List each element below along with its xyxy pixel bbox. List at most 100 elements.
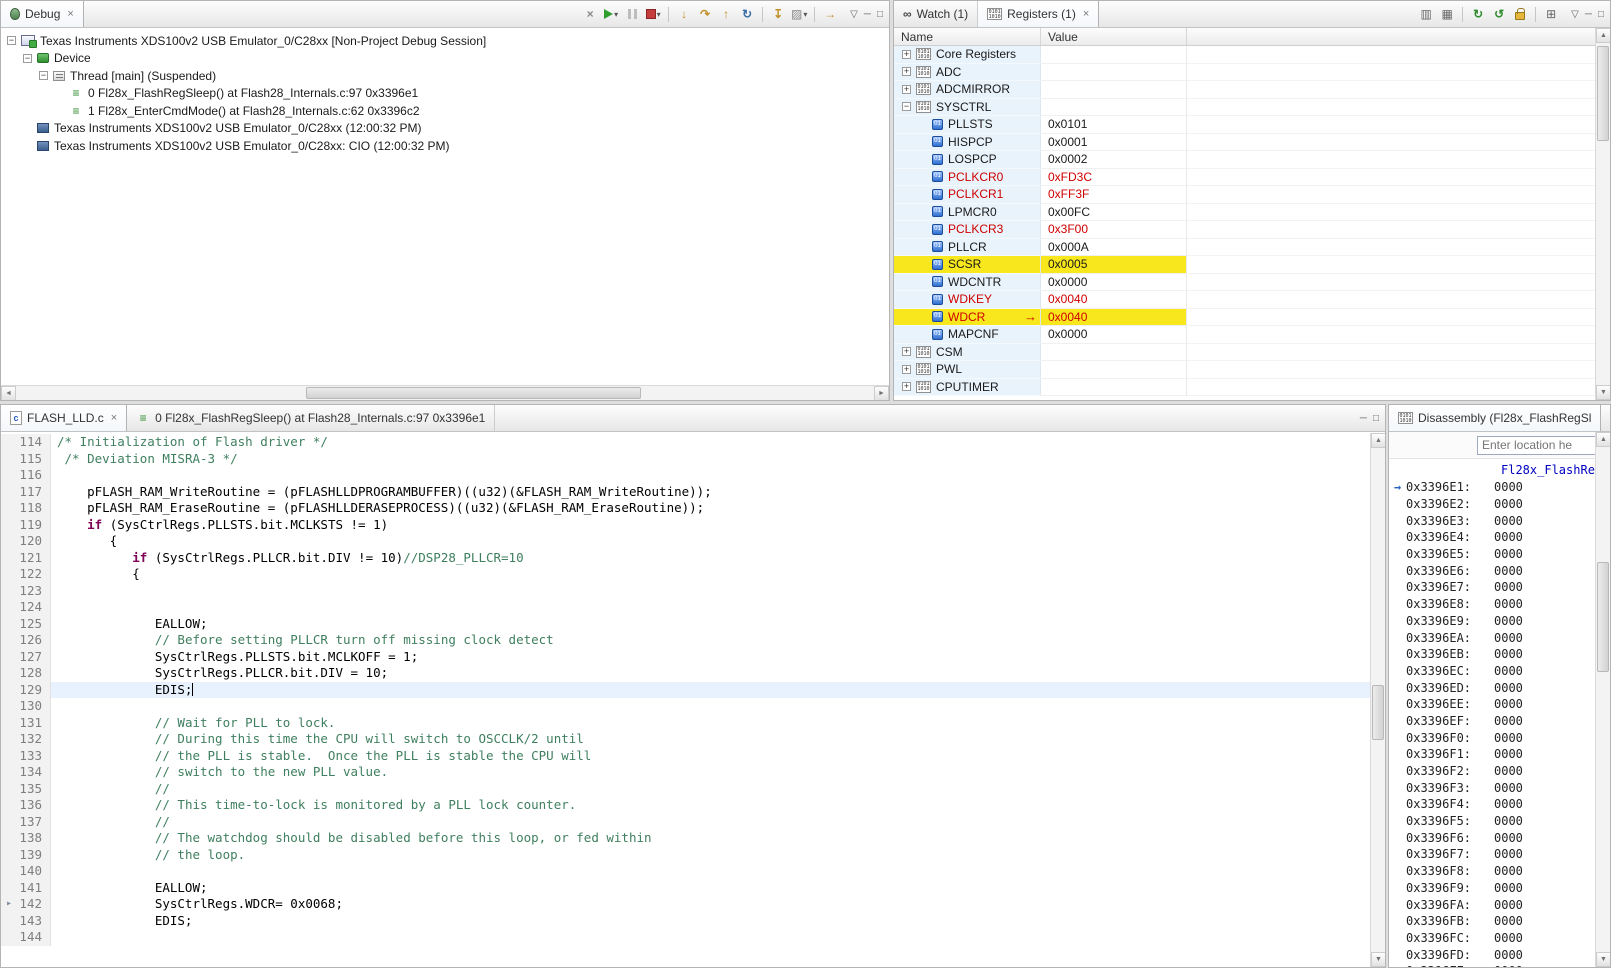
vertical-sash-bottom[interactable] [1386,404,1388,968]
collapse-icon[interactable]: − [902,102,911,112]
dropdown-icon[interactable]: ▾ [803,10,807,19]
code-line-text[interactable]: { [51,533,1385,550]
expand-icon[interactable]: + [902,382,911,392]
debug-tree-node[interactable]: − Texas Instruments XDS100v2 USB Emulator… [1,32,889,50]
code-editor[interactable]: 114/* Initialization of Flash driver */1… [1,432,1385,967]
annotation-ruler[interactable] [1,533,17,550]
drop-to-frame-icon[interactable]: ↧ [768,4,788,24]
terminate-button[interactable]: ▾ [643,4,663,24]
annotation-ruler[interactable] [1,912,17,929]
register-name-cell[interactable]: WDCR → [894,308,1041,326]
code-line[interactable]: 117 pFLASH_RAM_WriteRoutine = (pFLASHLLD… [1,483,1385,501]
annotation-ruler[interactable] [1,879,17,896]
code-line[interactable]: 127 SysCtrlRegs.PLLSTS.bit.MCLKOFF = 1; [1,648,1385,665]
code-line-text[interactable]: // The watchdog should be disabled befor… [51,830,1385,847]
annotation-ruler[interactable] [1,582,17,599]
editor-vertical-scrollbar[interactable]: ▲ ▼ [1370,433,1385,967]
annotation-ruler[interactable] [1,500,17,517]
code-line-text[interactable]: SysCtrlRegs.PLLCR.bit.DIV = 10; [51,665,1385,682]
register-value-cell[interactable]: 0x0002 [1041,151,1187,169]
scroll-up-icon[interactable]: ▲ [1596,432,1610,447]
register-name-cell[interactable]: − SYSCTRL [894,98,1041,116]
code-line[interactable]: 119 if (SysCtrlRegs.PLLSTS.bit.MCLKSTS !… [1,516,1385,533]
code-line[interactable]: 126 // Before setting PLLCR turn off mis… [1,632,1385,649]
annotation-ruler[interactable] [1,780,17,797]
annotation-ruler[interactable] [1,450,17,467]
annotation-ruler[interactable] [1,764,17,781]
view-menu-icon[interactable]: ▽ [1571,9,1579,20]
reset-button[interactable]: ↻ [737,4,757,24]
expand-icon[interactable]: + [902,67,911,77]
register-name-cell[interactable]: WDCNTR [894,273,1041,291]
code-line[interactable]: 133 // the PLL is stable. Once the PLL i… [1,747,1385,765]
register-name-cell[interactable]: PCLKCR3 [894,221,1041,239]
debug-tree-node[interactable]: − Thread [main] (Suspended) [1,67,889,85]
code-line-text[interactable]: // the PLL is stable. Once the PLL is st… [51,748,1385,765]
disasm-row[interactable]: 0x3396E5: 0000 [1389,546,1610,563]
code-line-text[interactable]: EDIS; [51,681,1385,698]
code-line[interactable]: 122 { [1,566,1385,583]
disasm-row[interactable]: 0x3396E4: 0000 [1389,529,1610,546]
code-line[interactable]: 123 [1,582,1385,600]
close-icon[interactable]: × [67,8,73,20]
register-name-cell[interactable]: PCLKCR1 [894,186,1041,204]
code-line-text[interactable] [51,583,1385,600]
code-line[interactable]: 138 // The watchdog should be disabled b… [1,830,1385,847]
tab-watch[interactable]: ∞ Watch (1) [894,1,979,27]
scroll-down-icon[interactable]: ▼ [1596,385,1610,400]
register-value-cell[interactable]: 0x0005 [1041,256,1187,274]
disasm-row[interactable]: 0x3396EE: 0000 [1389,696,1610,713]
code-line[interactable]: 132 // During this time the CPU will swi… [1,731,1385,748]
register-name-cell[interactable]: HISPCP [894,133,1041,151]
code-line[interactable]: 135 // [1,780,1385,797]
disasm-row[interactable]: 0x3396F0: 0000 [1389,729,1610,746]
annotation-ruler[interactable] [1,665,17,682]
scrollbar-thumb[interactable] [1372,685,1384,740]
register-value-cell[interactable] [1041,81,1187,99]
new-registers-view-icon[interactable]: ⊞ [1541,4,1561,24]
code-line-text[interactable]: // During this time the CPU will switch … [51,731,1385,748]
disassembly-listing[interactable]: → 0x3396E1: 0000 0x3396E2: 0000 0x3396E3: 0000… [1389,479,1610,967]
annotation-ruler[interactable] [1,797,17,814]
register-row[interactable]: HISPCP 0x0001 [894,133,1610,151]
restore-values-icon[interactable]: ↺ [1489,4,1509,24]
register-value-cell[interactable]: 0x0000 [1041,273,1187,291]
annotation-ruler[interactable] [1,714,17,731]
disasm-row[interactable]: 0x3396FB: 0000 [1389,913,1610,930]
annotation-ruler[interactable] [1,467,17,484]
disasm-row[interactable]: 0x3396EB: 0000 [1389,646,1610,663]
disasm-row[interactable]: 0x3396ED: 0000 [1389,679,1610,696]
annotation-ruler[interactable] [1,599,17,616]
annotation-ruler[interactable] [1,863,17,880]
disasm-row[interactable]: 0x3396EA: 0000 [1389,629,1610,646]
disasm-row[interactable]: 0x3396E3: 0000 [1389,512,1610,529]
expand-icon[interactable]: + [902,84,911,94]
close-icon[interactable]: × [1083,8,1089,20]
code-line[interactable]: 141 EALLOW; [1,879,1385,896]
code-line[interactable]: 144 [1,929,1385,946]
suspend-button[interactable] [622,4,642,24]
code-line-text[interactable]: pFLASH_RAM_WriteRoutine = (pFLASHLLDPROG… [51,484,1385,501]
code-line-text[interactable]: // Before setting PLLCR turn off missing… [51,632,1385,649]
horizontal-sash[interactable] [0,401,1611,404]
dropdown-icon[interactable]: ▾ [657,10,661,19]
code-line[interactable]: 125 EALLOW; [1,615,1385,632]
scrollbar-thumb[interactable] [306,387,641,399]
close-icon[interactable]: × [111,412,117,424]
annotation-ruler[interactable] [1,615,17,632]
code-line[interactable]: 143 EDIS; [1,912,1385,929]
annotation-ruler[interactable] [1,698,17,715]
minimize-icon[interactable]: ─ [1585,9,1592,20]
code-line[interactable]: ▸ 142 SysCtrlRegs.WDCR= 0x0068; [1,896,1385,913]
register-value-cell[interactable] [1041,46,1187,64]
register-value-cell[interactable] [1041,361,1187,379]
scroll-left-icon[interactable]: ◄ [1,386,16,400]
disassembly-vertical-scrollbar[interactable]: ▲ ▼ [1595,432,1610,967]
register-row[interactable]: LOSPCP 0x0002 [894,151,1610,169]
code-line[interactable]: 134 // switch to the new PLL value. [1,764,1385,781]
annotation-ruler[interactable] [1,434,17,451]
scroll-up-icon[interactable]: ▲ [1371,433,1385,448]
disasm-row[interactable]: 0x3396FA: 0000 [1389,896,1610,913]
grid-mode-icon[interactable]: ▦ [1437,4,1457,24]
goto-pc-icon[interactable]: → [820,4,840,24]
